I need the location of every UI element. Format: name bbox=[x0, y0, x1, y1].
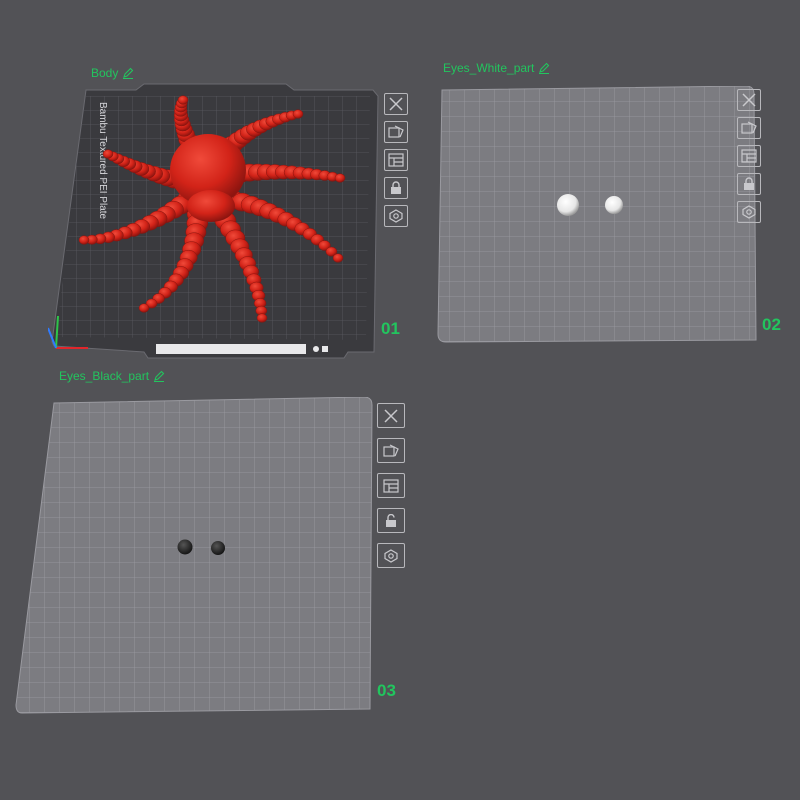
bed-label: Bambu Textured PEI Plate bbox=[97, 102, 108, 220]
plate-name-label: Eyes_White_part bbox=[443, 61, 535, 75]
build-plate-02[interactable] bbox=[434, 86, 758, 344]
delete-plate-button[interactable] bbox=[384, 93, 408, 115]
bed-marker-icon bbox=[313, 346, 319, 352]
arrange-icon bbox=[383, 478, 399, 493]
settings-icon bbox=[742, 205, 756, 219]
eye-black-part[interactable] bbox=[211, 541, 225, 555]
plate-number-03: 03 bbox=[377, 681, 396, 700]
auto-orient-button[interactable] bbox=[377, 438, 405, 463]
arrange-button[interactable] bbox=[737, 145, 761, 167]
tentacle-segment bbox=[177, 95, 189, 105]
close-icon bbox=[742, 93, 756, 107]
settings-icon bbox=[389, 209, 403, 223]
delete-plate-button[interactable] bbox=[737, 89, 761, 111]
build-plate-03[interactable] bbox=[14, 397, 376, 715]
arrange-icon bbox=[741, 149, 757, 163]
eye-black-part[interactable] bbox=[177, 539, 193, 555]
tentacle-segment bbox=[138, 303, 150, 313]
lock-plate-button[interactable] bbox=[384, 177, 408, 199]
lock-icon bbox=[744, 177, 754, 190]
auto-orient-icon bbox=[741, 121, 757, 134]
plate-number-01: 01 bbox=[381, 319, 400, 338]
tentacle-segment bbox=[102, 149, 114, 159]
arrange-button[interactable] bbox=[384, 149, 408, 171]
edit-icon[interactable] bbox=[153, 370, 165, 382]
auto-orient-button[interactable] bbox=[384, 121, 408, 143]
plate-name-01[interactable]: Body bbox=[91, 66, 134, 80]
close-icon bbox=[389, 97, 403, 111]
eye-white-part[interactable] bbox=[557, 194, 579, 216]
auto-orient-icon bbox=[388, 125, 404, 138]
tentacle-segment bbox=[78, 235, 90, 245]
plate-name-03[interactable]: Eyes_Black_part bbox=[59, 369, 165, 383]
plate-settings-button[interactable] bbox=[737, 201, 761, 223]
settings-icon bbox=[384, 548, 398, 563]
auto-orient-icon bbox=[383, 443, 399, 457]
arrange-icon bbox=[388, 153, 404, 167]
bed-qr-strip bbox=[156, 344, 306, 354]
tentacle-segment bbox=[334, 173, 346, 183]
plate-number-02: 02 bbox=[762, 315, 781, 334]
eye-white-part[interactable] bbox=[605, 196, 623, 214]
bed-marker-icon bbox=[322, 346, 328, 352]
plate-settings-button[interactable] bbox=[377, 543, 405, 568]
edit-icon[interactable] bbox=[122, 67, 134, 79]
lock-plate-button[interactable] bbox=[377, 508, 405, 533]
delete-plate-button[interactable] bbox=[377, 403, 405, 428]
lock-plate-button[interactable] bbox=[737, 173, 761, 195]
plate-name-label: Eyes_Black_part bbox=[59, 369, 150, 383]
edit-icon[interactable] bbox=[538, 62, 550, 74]
unlock-icon bbox=[386, 513, 396, 527]
plate-settings-button[interactable] bbox=[384, 205, 408, 227]
build-plate-01[interactable]: Bambu Textured PEI Plate bbox=[48, 82, 384, 362]
plate-toolbar-03 bbox=[377, 403, 405, 568]
tentacle-segment bbox=[292, 109, 304, 119]
arrange-button[interactable] bbox=[377, 473, 405, 498]
close-icon bbox=[384, 408, 398, 423]
lock-icon bbox=[391, 181, 401, 194]
tentacle-segment bbox=[256, 313, 268, 323]
plate-name-label: Body bbox=[91, 66, 119, 80]
plate-toolbar-02 bbox=[737, 89, 761, 223]
plate-toolbar-01 bbox=[384, 93, 408, 227]
plate-name-02[interactable]: Eyes_White_part bbox=[443, 61, 550, 75]
tentacle-segment bbox=[332, 253, 344, 263]
auto-orient-button[interactable] bbox=[737, 117, 761, 139]
